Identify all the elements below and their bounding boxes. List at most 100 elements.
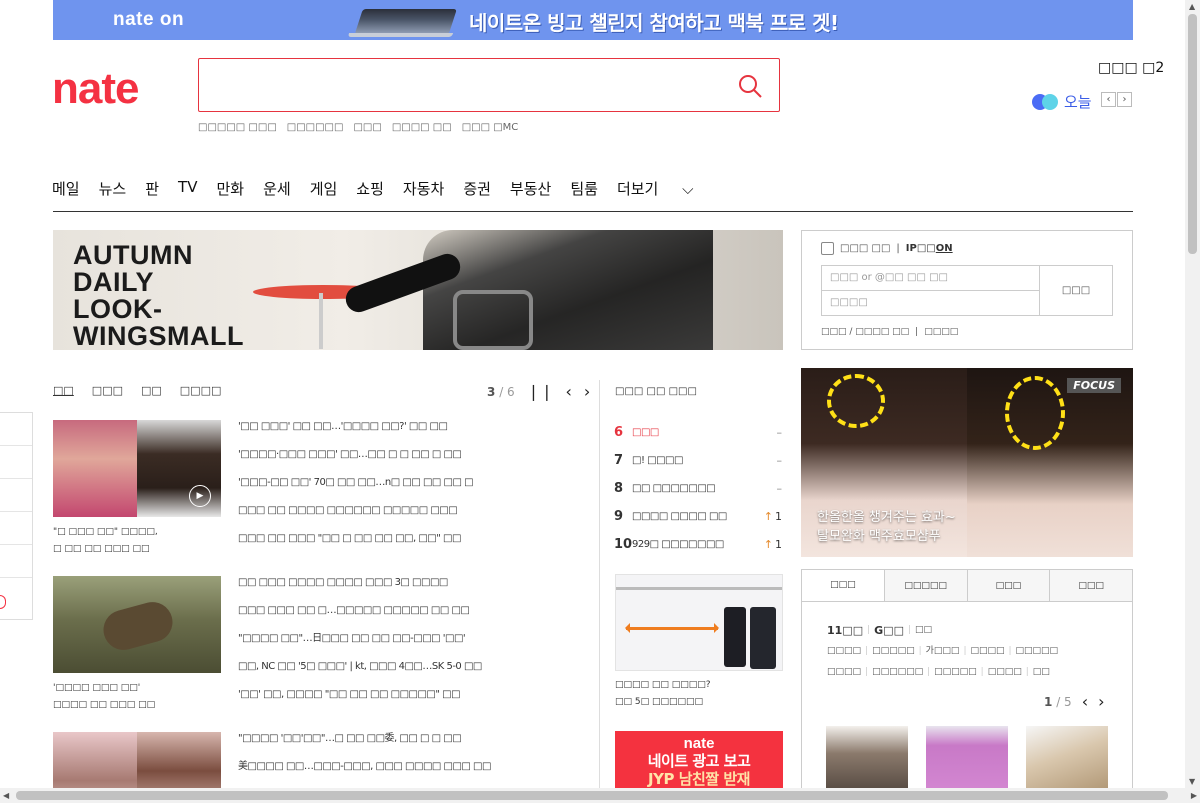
chevron-left-icon[interactable]: ‹ xyxy=(1101,92,1116,107)
headline-link[interactable]: □□, NC □□ '5□ □□□' | kt, □□□ 4□□…SK 5-0 … xyxy=(238,660,482,688)
side-panel-slot[interactable] xyxy=(0,512,32,545)
nav-item-shopping[interactable]: 쇼핑 xyxy=(356,178,384,199)
headline-link[interactable]: '□□' □□, □□□□ "□□ □□ □□ □□□□□" □□ xyxy=(238,688,482,716)
ranking-item[interactable]: 6 □□□ – xyxy=(614,418,782,446)
shop-link[interactable]: □□□□ xyxy=(988,662,1022,683)
shop-link[interactable]: 11□□ xyxy=(827,620,863,641)
headline-link[interactable]: "□□□□ '□□'□□"…□ □□ □□委, □□ □ □ □□ xyxy=(238,732,491,760)
headline-link[interactable]: 美□□□□ □□…□□□-□□□, □□□ □□□□ □□□ □□ xyxy=(238,760,491,788)
side-panel-slot[interactable] xyxy=(0,446,32,479)
headline-link[interactable]: '□□□□·□□□ □□□' □□…□□ □ □ □□ □ □□ xyxy=(238,448,473,476)
nav-item-comic[interactable]: 만화 xyxy=(216,178,244,199)
rack-product-ad[interactable] xyxy=(615,574,783,671)
chevron-right-icon[interactable]: › xyxy=(1117,92,1132,107)
chevron-right-icon[interactable]: › xyxy=(1098,692,1104,711)
news-tab[interactable]: □□ xyxy=(141,384,162,397)
nav-item-realestate[interactable]: 부동산 xyxy=(510,178,551,199)
search-icon[interactable] xyxy=(737,73,763,99)
headline-link[interactable]: '□□ □□□' □□ □□…'□□□□ □□?' □□ □□ xyxy=(238,420,473,448)
shop-link[interactable]: □□ xyxy=(1033,662,1050,683)
side-panel-slot[interactable] xyxy=(0,413,32,446)
nav-item-news[interactable]: 뉴스 xyxy=(99,178,127,199)
news-tab[interactable]: □□□ xyxy=(92,384,123,397)
top-ad-banner[interactable]: nate on 네이트온 빙고 챌린지 참여하고 맥북 프로 겟! xyxy=(53,0,1133,40)
find-account-link[interactable]: □□□ / □□□□ □□ xyxy=(821,327,909,337)
shop-link[interactable]: □□ xyxy=(915,620,932,641)
news-thumbnail[interactable] xyxy=(53,732,221,788)
nav-item-more[interactable]: 더보기 ⌵ xyxy=(617,178,713,199)
nav-item-fortune[interactable]: 운세 xyxy=(263,178,291,199)
ranking-item[interactable]: 9 □□□□ □□□□ □□ 1 xyxy=(614,502,782,530)
shopping-tab[interactable]: □□□ xyxy=(1049,570,1132,601)
shop-link[interactable]: □□□□□ xyxy=(934,662,977,683)
nav-item-stock[interactable]: 증권 xyxy=(463,178,491,199)
side-panel-slot[interactable] xyxy=(0,545,32,578)
nav-item-car[interactable]: 자동차 xyxy=(403,178,444,199)
password-field[interactable]: □□□□ xyxy=(821,290,1040,316)
scroll-up-icon[interactable]: ▲ xyxy=(1189,2,1195,11)
shop-link[interactable]: □□□□□□ xyxy=(872,662,923,683)
nate-promo-ad[interactable]: nate 네이트 광고 보고 JYP 남친짤 받재 xyxy=(615,731,783,791)
shop-link[interactable]: □□□□□ xyxy=(1016,641,1059,662)
keyword-link[interactable]: □□□□ □□ xyxy=(392,122,452,133)
ranking-item[interactable]: 8 □□ □□□□□□□ – xyxy=(614,474,782,502)
signup-link[interactable]: □□□□ xyxy=(924,327,958,337)
ip-security-toggle[interactable]: IP□□ON xyxy=(906,243,953,254)
news-caption[interactable]: '□□□□ □□□ □□' □□□□ □□ □□□ □□ xyxy=(53,680,221,714)
shop-link[interactable]: □□□□ xyxy=(827,641,861,662)
headline-link[interactable]: "□□□□ □□"…日□□□ □□ □□ □□-□□□ '□□' xyxy=(238,632,482,660)
news-thumbnail[interactable]: ▶ xyxy=(53,420,221,517)
search-input[interactable] xyxy=(211,69,721,101)
scroll-down-icon[interactable]: ▼ xyxy=(1189,777,1195,786)
shopping-tab[interactable]: □□□□□ xyxy=(883,570,967,601)
shop-link[interactable]: □□□□ xyxy=(827,662,861,683)
keyword-link[interactable]: □□□□□□ xyxy=(287,122,344,133)
news-tab[interactable]: □□□□ xyxy=(180,384,222,397)
keyword-link[interactable]: □□□ xyxy=(353,122,381,133)
chevron-left-icon[interactable]: ‹ xyxy=(1082,692,1088,711)
ranking-item[interactable]: 10 929□ □□□□□□□ 1 xyxy=(614,530,782,558)
nav-item-teamroom[interactable]: 팀룸 xyxy=(570,178,598,199)
vertical-scrollbar[interactable]: ▲ ▼ xyxy=(1185,0,1200,788)
nav-item-game[interactable]: 게임 xyxy=(310,178,338,199)
shop-link[interactable]: □□□□ xyxy=(970,641,1004,662)
headline-link[interactable]: □□□ □□ □□□ "□□ □ □□ □□ □□, □□" □□ xyxy=(238,532,473,560)
news-thumbnail[interactable] xyxy=(53,576,221,673)
id-field[interactable]: □□□ or @□□ □□ □□ xyxy=(821,265,1040,291)
scroll-left-icon[interactable]: ◀ xyxy=(3,791,9,800)
headline-link[interactable]: '□□□-□□ □□' 70□ □□ □□…n□ □□ □□ □□ □ xyxy=(238,476,474,504)
today-widget[interactable]: 오늘 xyxy=(1032,91,1092,112)
news-caption[interactable]: "□ □□□ □□" □□□□, □ □□ □□ □□□ □□ xyxy=(53,524,221,558)
ranking-item[interactable]: 7 □! □□□□ – xyxy=(614,446,782,474)
login-button[interactable]: □□□ xyxy=(1039,265,1113,316)
horizontal-scroll-thumb[interactable] xyxy=(16,791,1168,800)
shopping-tab[interactable]: □□□ xyxy=(802,570,884,601)
keyword-link[interactable]: □□□□□ □□□ xyxy=(198,122,277,133)
nav-item-mail[interactable]: 메일 xyxy=(52,178,80,199)
floating-side-panel[interactable] xyxy=(0,412,33,620)
scroll-right-icon[interactable]: ▶ xyxy=(1191,791,1197,800)
vertical-scroll-thumb[interactable] xyxy=(1188,14,1197,254)
main-banner-ad[interactable]: AUTUMN DAILY LOOK- WINGSMALL xyxy=(53,230,783,350)
keep-login-checkbox[interactable] xyxy=(821,242,834,255)
ranking-title[interactable]: □□□ □□ □□□ xyxy=(615,386,697,397)
pause-icon[interactable]: ❘❘ xyxy=(527,382,554,401)
side-panel-slot[interactable] xyxy=(0,479,32,512)
horizontal-scrollbar[interactable]: ◀ ▶ xyxy=(0,788,1200,803)
weather-label[interactable]: □□□ □2 xyxy=(1098,60,1164,76)
nate-logo[interactable]: nate xyxy=(52,64,139,114)
keyword-link[interactable]: □□□ □MC xyxy=(462,122,519,133)
headline-link[interactable]: □□ □□□ □□□□ □□□□ □□□ 3□ □□□□ xyxy=(238,576,482,604)
nav-item-pan[interactable]: 판 xyxy=(145,178,159,199)
shopping-tab[interactable]: □□□ xyxy=(966,570,1050,601)
shop-link[interactable]: G□□ xyxy=(874,620,904,641)
shampoo-focus-ad[interactable]: FOCUS 한올한올 챙겨주는 효과~ 탈모완화 맥주효모샴푸 xyxy=(801,368,1133,557)
chevron-right-icon[interactable]: › xyxy=(584,382,590,401)
rack-ad-caption[interactable]: □□□□ □□ □□□□? □□ 5□ □□□□□□ xyxy=(615,677,711,711)
news-tab[interactable]: □□ xyxy=(53,384,74,397)
headline-link[interactable]: □□□ □□ □□□□ □□□□□□ □□□□□ □□□ xyxy=(238,504,473,532)
shop-link[interactable]: 가□□□ xyxy=(926,641,960,662)
shop-link[interactable]: □□□□□ xyxy=(872,641,915,662)
chevron-left-icon[interactable]: ‹ xyxy=(566,382,572,401)
nav-item-tv[interactable]: TV xyxy=(178,178,197,199)
